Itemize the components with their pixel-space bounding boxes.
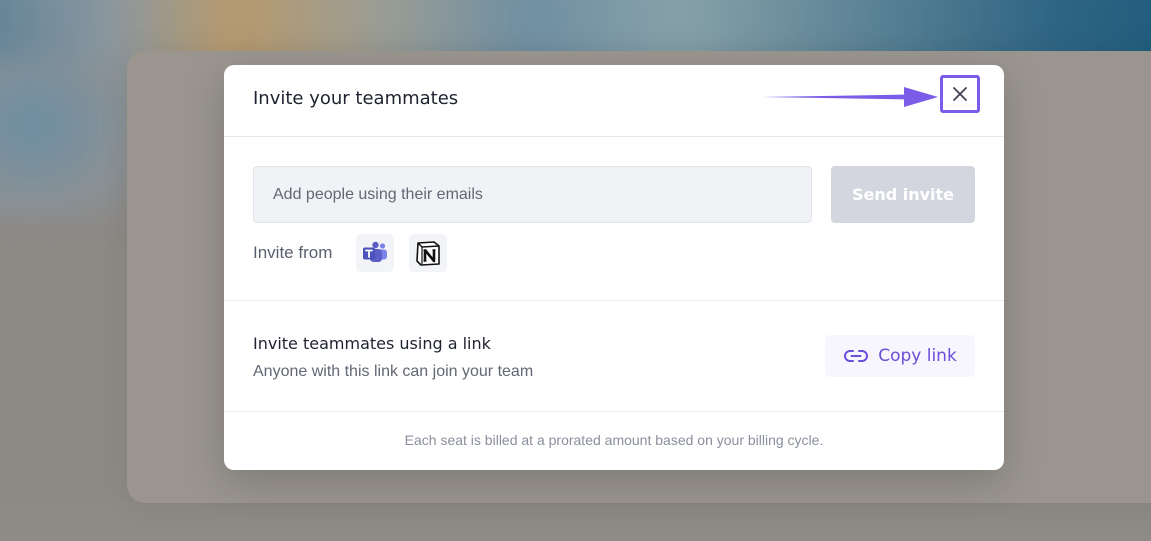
close-button[interactable] xyxy=(940,75,980,113)
email-invite-section: Send invite Invite from xyxy=(224,137,1004,301)
email-input[interactable] xyxy=(253,166,812,223)
notion-icon xyxy=(416,241,440,266)
send-invite-button[interactable]: Send invite xyxy=(831,166,975,223)
invite-from-teams-button[interactable] xyxy=(356,234,394,272)
background-bottom xyxy=(0,500,1151,541)
billing-note: Each seat is billed at a prorated amount… xyxy=(404,432,824,448)
annotation-arrow-icon xyxy=(762,87,938,107)
link-invite-title: Invite teammates using a link xyxy=(253,334,491,353)
copy-link-button[interactable]: Copy link xyxy=(825,335,975,377)
invite-modal: Invite your teammates Send invite Invite… xyxy=(224,65,1004,470)
link-icon xyxy=(844,350,869,362)
modal-header: Invite your teammates xyxy=(224,65,1004,137)
close-icon xyxy=(953,87,967,101)
invite-from-notion-button[interactable] xyxy=(409,234,447,272)
teams-icon xyxy=(363,241,387,262)
copy-link-label: Copy link xyxy=(878,346,957,366)
modal-title: Invite your teammates xyxy=(253,88,459,109)
invite-from-label: Invite from xyxy=(253,243,333,262)
background-blur-left xyxy=(0,60,140,220)
link-invite-section: Invite teammates using a link Anyone wit… xyxy=(224,301,1004,412)
link-invite-description: Anyone with this link can join your team xyxy=(253,363,534,380)
